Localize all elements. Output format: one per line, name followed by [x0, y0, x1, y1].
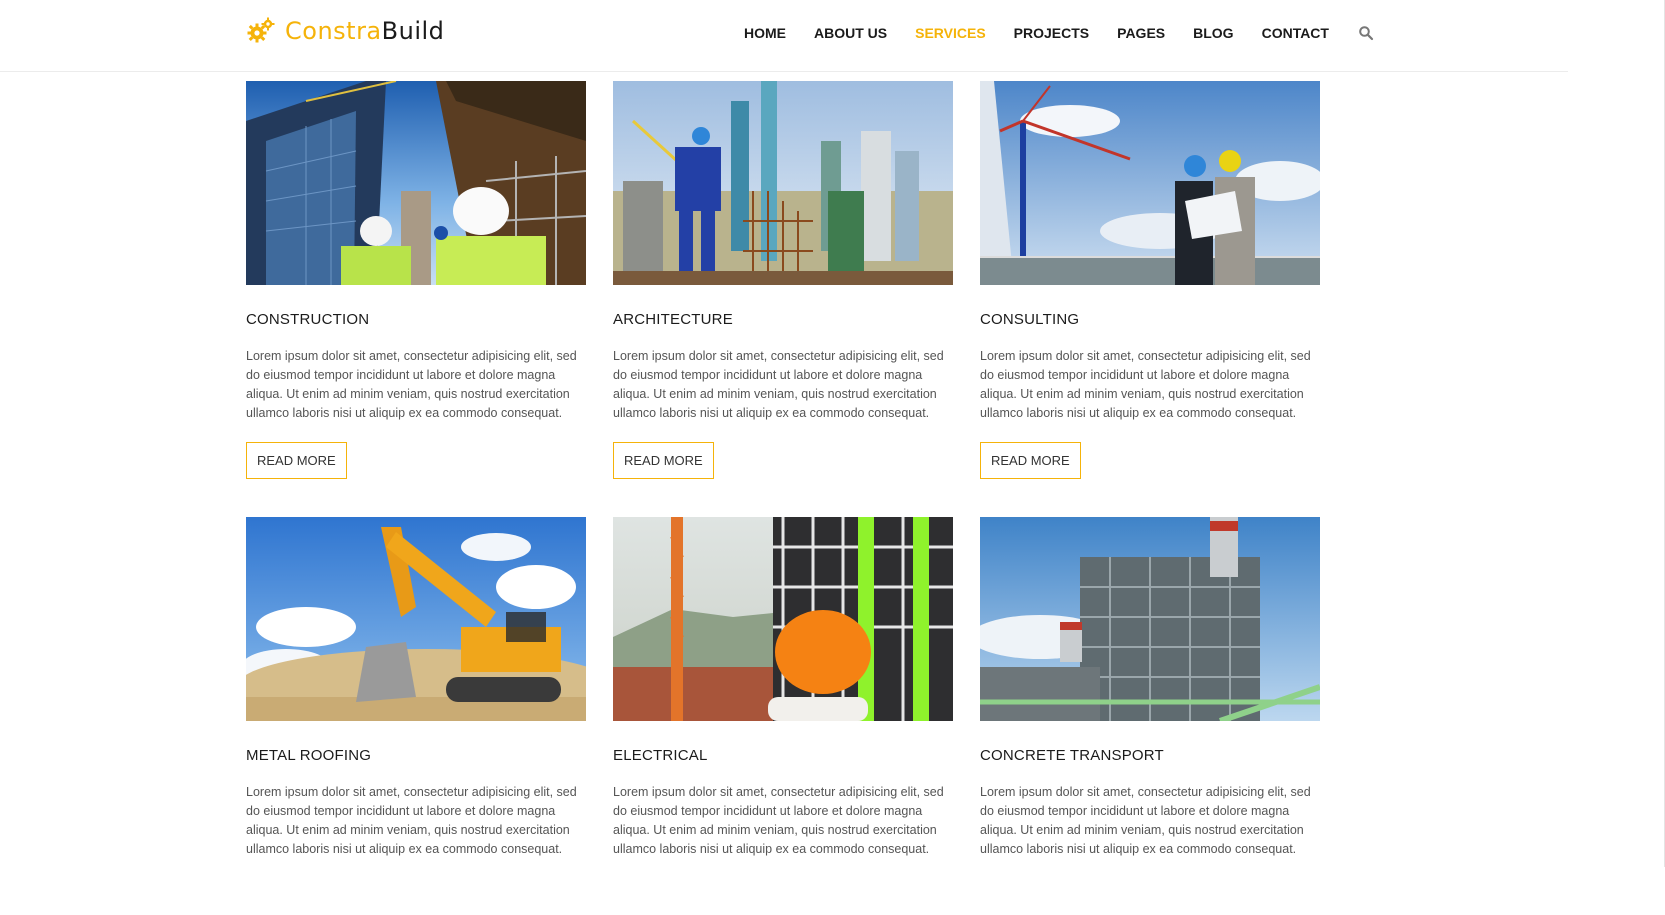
- service-description: Lorem ipsum dolor sit amet, consectetur …: [980, 785, 1311, 856]
- excavator-image: [246, 517, 586, 721]
- electrical-worker-image: [613, 517, 953, 721]
- service-card-consulting: CONSULTING Lorem ipsum dolor sit amet, c…: [980, 81, 1320, 479]
- nav-item-pages[interactable]: PAGES: [1117, 23, 1165, 43]
- service-card-electrical: ELECTRICAL Lorem ipsum dolor sit amet, c…: [613, 517, 953, 856]
- service-card-concrete-transport: CONCRETE TRANSPORT Lorem ipsum dolor sit…: [980, 517, 1320, 856]
- nav-item-about-us[interactable]: ABOUT US: [814, 23, 887, 43]
- site-logo[interactable]: ConstraBuild: [247, 16, 444, 46]
- service-description: Lorem ipsum dolor sit amet, consectetur …: [613, 349, 944, 420]
- service-title: ELECTRICAL: [613, 747, 708, 764]
- read-more-button[interactable]: READ MORE: [613, 442, 714, 479]
- nav-item-projects[interactable]: PROJECTS: [1014, 23, 1089, 43]
- nav-item-blog[interactable]: BLOG: [1193, 23, 1233, 43]
- nav-item-home[interactable]: HOME: [744, 23, 786, 43]
- read-more-button[interactable]: READ MORE: [246, 442, 347, 479]
- service-card-construction: CONSTRUCTION Lorem ipsum dolor sit amet,…: [246, 81, 586, 479]
- search-icon[interactable]: [1358, 25, 1374, 41]
- brand-name: ConstraBuild: [285, 16, 444, 46]
- service-title: CONCRETE TRANSPORT: [980, 747, 1164, 764]
- site-header: ConstraBuild HOME ABOUT US SERVICES PROJ…: [0, 0, 1568, 72]
- consulting-engineers-image: [980, 81, 1320, 285]
- brand-name-part2: Build: [381, 17, 445, 45]
- service-description: Lorem ipsum dolor sit amet, consectetur …: [246, 785, 577, 856]
- nav-item-contact[interactable]: CONTACT: [1262, 23, 1329, 43]
- gears-icon: [247, 17, 275, 43]
- service-title: ARCHITECTURE: [613, 311, 733, 328]
- service-title: CONSTRUCTION: [246, 311, 370, 328]
- service-title: CONSULTING: [980, 311, 1080, 328]
- service-card-architecture: ARCHITECTURE Lorem ipsum dolor sit amet,…: [613, 81, 953, 479]
- construction-site-image: [246, 81, 586, 285]
- read-more-button[interactable]: READ MORE: [980, 442, 1081, 479]
- nav-item-services[interactable]: SERVICES: [915, 23, 986, 43]
- main-nav: HOME ABOUT US SERVICES PROJECTS PAGES BL…: [744, 23, 1374, 43]
- architecture-skyline-image: [613, 81, 953, 285]
- service-title: METAL ROOFING: [246, 747, 372, 764]
- service-description: Lorem ipsum dolor sit amet, consectetur …: [980, 349, 1311, 420]
- industrial-plant-image: [980, 517, 1320, 721]
- service-description: Lorem ipsum dolor sit amet, consectetur …: [246, 349, 577, 420]
- service-card-metal-roofing: METAL ROOFING Lorem ipsum dolor sit amet…: [246, 517, 586, 856]
- brand-name-part1: Constra: [285, 17, 382, 45]
- service-description: Lorem ipsum dolor sit amet, consectetur …: [613, 785, 944, 856]
